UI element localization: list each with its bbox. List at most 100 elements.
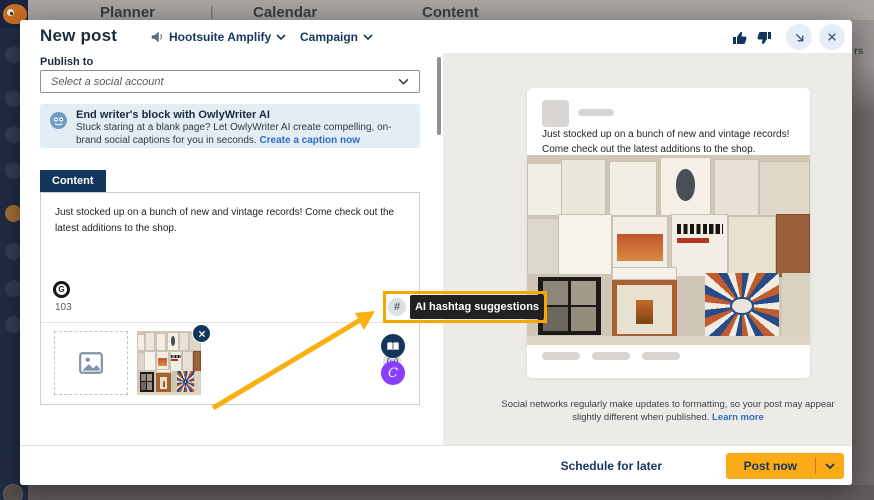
preview-post-text: Just stocked up on a bunch of new and vi…: [542, 128, 796, 157]
decorative-shape: [538, 277, 600, 336]
decorative-shape: [171, 359, 177, 361]
create-caption-link[interactable]: Create a caption now: [259, 135, 360, 146]
decorative-shape: [171, 355, 180, 358]
decorative-shape: [782, 273, 810, 340]
cutoff-background-text: rs: [854, 46, 863, 57]
dimmed-background: [852, 20, 874, 485]
tab-content-composer[interactable]: Content: [40, 170, 106, 192]
post-preview-card: Just stocked up on a bunch of new and vi…: [527, 88, 810, 378]
skeleton-bar: [592, 352, 630, 360]
grammarly-icon[interactable]: G: [53, 281, 70, 298]
app-screen: Planner | Calendar Content rs New post H…: [0, 0, 874, 500]
decorative-shape: [561, 159, 606, 216]
decorative-shape: [156, 373, 171, 393]
post-now-label[interactable]: Post now: [726, 459, 815, 473]
skeleton-actions: [542, 352, 680, 360]
decorative-shape: [776, 214, 810, 277]
decorative-shape: [543, 281, 568, 305]
ai-hashtag-button[interactable]: #: [388, 298, 406, 316]
owly-icon: [50, 112, 67, 129]
canva-button[interactable]: C: [381, 361, 405, 385]
arrow-diagonal-icon: [794, 32, 805, 43]
skeleton-bar: [578, 109, 614, 116]
amplify-dropdown[interactable]: Hootsuite Amplify: [150, 30, 286, 44]
decorative-shape: [676, 169, 696, 200]
select-placeholder: Select a social account: [51, 76, 398, 88]
skeleton-avatar: [542, 100, 569, 127]
decorative-shape: [141, 382, 147, 390]
decorative-shape: [182, 351, 193, 371]
decorative-shape: [137, 392, 201, 395]
remove-media-button[interactable]: [192, 324, 211, 343]
content-card: Just stocked up on a bunch of new and vi…: [40, 192, 420, 405]
image-placeholder-icon: [78, 350, 104, 376]
character-count: 103: [55, 302, 72, 313]
decorative-shape: [571, 307, 596, 331]
decorative-shape: [527, 218, 561, 275]
close-icon: [827, 32, 837, 42]
post-now-dropdown[interactable]: [816, 463, 844, 469]
decorative-shape: [195, 371, 201, 393]
decorative-shape: [671, 214, 728, 277]
publish-to-label: Publish to: [40, 56, 93, 68]
skeleton-bar: [642, 352, 680, 360]
records-photo: [527, 155, 810, 345]
campaign-dropdown[interactable]: Campaign: [300, 30, 373, 44]
modal-header: New post Hootsuite Amplify Campaign: [20, 20, 852, 53]
banner-body: Stuck staring at a blank page? Let OwlyW…: [76, 121, 412, 147]
decorative-shape: [677, 238, 710, 243]
avatar[interactable]: [3, 484, 23, 500]
modal-footer: Schedule for later Post now: [20, 445, 852, 485]
decorative-shape: [705, 273, 779, 340]
chevron-down-icon: [363, 34, 373, 40]
post-textarea[interactable]: Just stocked up on a bunch of new and vi…: [55, 205, 411, 236]
records-photo: [137, 331, 201, 395]
decorative-shape: [714, 159, 759, 216]
grammarly-glyph: G: [58, 285, 64, 294]
hashtag-tooltip: AI hashtag suggestions: [410, 295, 544, 319]
decorative-shape: [617, 234, 663, 260]
preview-pane: Just stocked up on a bunch of new and vi…: [443, 53, 852, 445]
close-icon: [198, 330, 206, 338]
owlywriter-banner: End writer's block with OwlyWriter AI St…: [40, 104, 420, 148]
decorative-shape: [543, 307, 568, 331]
dimmed-background: [28, 485, 874, 500]
thumbs-down-icon[interactable]: [756, 30, 772, 46]
decorative-shape: [163, 381, 165, 387]
divider: [41, 322, 419, 323]
decorative-shape: [147, 374, 153, 382]
decorative-shape: [609, 161, 657, 216]
media-thumbnail[interactable]: [137, 331, 201, 395]
background-tab-bar: Planner | Calendar Content: [28, 0, 874, 20]
decorative-shape: [636, 300, 653, 324]
tab-planner[interactable]: Planner: [100, 4, 155, 21]
add-media-button[interactable]: [54, 331, 128, 395]
thumbs-up-icon[interactable]: [732, 30, 748, 46]
tab-content[interactable]: Content: [422, 4, 479, 21]
learn-more-link[interactable]: Learn more: [712, 412, 764, 423]
decorative-shape: [571, 281, 596, 305]
decorative-shape: [677, 224, 723, 234]
chevron-down-icon: [276, 34, 286, 40]
chevron-down-icon: [398, 78, 409, 85]
scrollbar-thumb[interactable]: [437, 57, 441, 135]
skeleton-bar: [542, 352, 580, 360]
post-now-button[interactable]: Post now: [726, 453, 844, 479]
campaign-label: Campaign: [300, 30, 358, 44]
tab-calendar[interactable]: Calendar: [253, 4, 317, 21]
tooltip-text: AI hashtag suggestions: [415, 301, 539, 313]
decorative-shape: [660, 157, 711, 216]
schedule-for-later-button[interactable]: Schedule for later: [561, 459, 662, 473]
decorative-shape: [193, 351, 201, 372]
decorative-shape: [141, 374, 147, 382]
page-title: New post: [40, 26, 117, 46]
social-account-select[interactable]: Select a social account: [40, 70, 420, 93]
close-button[interactable]: [819, 24, 845, 50]
preview-photo: [527, 155, 810, 345]
media-library-button[interactable]: [381, 334, 405, 358]
preview-disclaimer: Social networks regularly make updates t…: [498, 398, 838, 425]
decorative-shape: [156, 333, 167, 352]
book-icon: [386, 341, 400, 352]
popout-button[interactable]: [786, 24, 812, 50]
decorative-shape: [145, 332, 155, 351]
